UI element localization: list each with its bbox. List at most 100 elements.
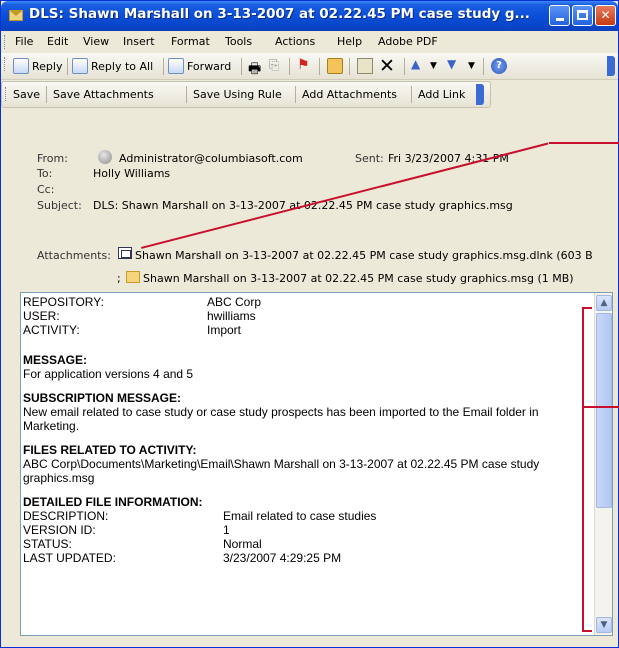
annotation-line — [584, 406, 619, 408]
toolbar-separator — [289, 58, 290, 75]
move-icon[interactable] — [357, 58, 373, 74]
files-text: ABC Corp\Documents\Marketing\Email\Shawn… — [23, 457, 540, 485]
menu-adobe-pdf[interactable]: Adobe PDF — [378, 35, 438, 48]
close-button[interactable]: ✕ — [595, 5, 616, 26]
menu-actions[interactable]: Actions — [275, 35, 315, 48]
attachment-dlnk[interactable]: Shawn Marshall on 3-13-2007 at 02.22.45 … — [135, 249, 617, 262]
reply-all-button[interactable]: Reply to All — [91, 60, 153, 73]
reply-button[interactable]: Reply — [32, 60, 62, 73]
title-bar[interactable]: DLS: Shawn Marshall on 3-13-2007 at 02.2… — [1, 1, 618, 31]
annotation-bracket — [582, 307, 592, 309]
attachments-label: Attachments: — [37, 249, 111, 262]
save-using-rule-button[interactable]: Save Using Rule — [193, 88, 282, 101]
maximize-button[interactable] — [572, 5, 593, 26]
cc-label: Cc: — [37, 183, 55, 196]
toolbar-separator — [404, 58, 405, 75]
from-label: From: — [37, 152, 68, 165]
annotation-bracket — [582, 630, 592, 632]
print-icon[interactable]: 🖶 — [248, 58, 264, 77]
standard-toolbar: Reply Reply to All Forward 🖶 ⎘ ⚑ ✕ ▲ ▼ ▼… — [1, 53, 618, 80]
help-icon[interactable]: ? — [491, 58, 507, 74]
detailed-section-title: DETAILED FILE INFORMATION: — [23, 495, 203, 509]
version-label: VERSION ID: — [23, 523, 96, 537]
message-text: For application versions 4 and 5 — [23, 367, 194, 381]
attachment-msg[interactable]: Shawn Marshall on 3-13-2007 at 02.22.45 … — [143, 272, 574, 285]
toolbar-separator — [163, 58, 164, 75]
to-value[interactable]: Holly Williams — [93, 167, 170, 180]
reply-icon — [13, 58, 29, 74]
dls-toolbar: Save Save Attachments Save Using Rule Ad… — [1, 81, 491, 108]
status-value: Normal — [223, 537, 262, 551]
scroll-down-button[interactable]: ▼ — [596, 617, 612, 633]
updated-label: LAST UPDATED: — [23, 551, 116, 565]
minimize-icon — [555, 18, 564, 21]
message-section-title: MESSAGE: — [23, 353, 88, 367]
annotation-line — [549, 142, 619, 144]
updated-value: 3/23/2007 4:29:25 PM — [223, 551, 342, 565]
toolbar-separator — [241, 58, 242, 75]
forward-button[interactable]: Forward — [187, 60, 231, 73]
previous-item-icon[interactable]: ▲ — [411, 57, 427, 73]
message-body-content: REPOSITORY: ABC Corp USER: hwilliams ACTIV… — [21, 293, 593, 635]
user-label: USER: — [23, 309, 60, 323]
chevron-down-icon[interactable]: ▼ — [430, 61, 437, 71]
folder-icon[interactable] — [327, 58, 343, 74]
menu-file[interactable]: File — [15, 35, 33, 48]
toolbar-grip[interactable] — [4, 35, 7, 49]
message-window: DLS: Shawn Marshall on 3-13-2007 at 02.2… — [0, 0, 619, 648]
message-body[interactable]: REPOSITORY: ABC Corp USER: hwilliams ACTIV… — [20, 292, 613, 636]
toolbar-overflow-button[interactable] — [607, 56, 615, 76]
menu-format[interactable]: Format — [171, 35, 210, 48]
copy-icon[interactable]: ⎘ — [269, 58, 285, 74]
save-attachments-button[interactable]: Save Attachments — [53, 88, 154, 101]
vertical-scrollbar[interactable]: ▲ ▼ — [594, 293, 612, 635]
menu-insert[interactable]: Insert — [123, 35, 155, 48]
menu-view[interactable]: View — [83, 35, 109, 48]
reply-all-icon — [72, 58, 88, 74]
toolbar-grip[interactable] — [4, 57, 7, 71]
chevron-down-icon[interactable]: ▼ — [468, 61, 475, 71]
menu-bar: File Edit View Insert Format Tools Actio… — [1, 31, 618, 53]
delete-icon[interactable]: ✕ — [379, 55, 395, 77]
to-label: To: — [37, 167, 53, 180]
user-value: hwilliams — [207, 309, 256, 323]
contact-status-icon[interactable] — [98, 150, 112, 164]
activity-value: Import — [207, 323, 242, 337]
updated-row: LAST UPDATED: 3/23/2007 4:29:25 PM — [23, 551, 593, 565]
toolbar-separator — [411, 86, 412, 103]
toolbar-separator — [186, 86, 187, 103]
subject-label: Subject: — [37, 199, 82, 212]
status-row: STATUS: Normal — [23, 537, 593, 551]
toolbar-grip[interactable] — [5, 87, 8, 101]
toolbar-separator — [67, 58, 68, 75]
toolbar-separator — [349, 58, 350, 75]
next-item-icon[interactable]: ▼ — [447, 57, 463, 73]
envelope-icon — [126, 271, 140, 283]
minimize-button[interactable] — [549, 5, 570, 26]
flag-icon[interactable]: ⚑ — [297, 57, 313, 73]
repository-row: REPOSITORY: ABC Corp — [23, 295, 593, 309]
menu-tools[interactable]: Tools — [225, 35, 252, 48]
save-button[interactable]: Save — [13, 88, 40, 101]
repository-label: REPOSITORY: — [23, 295, 104, 309]
scroll-up-button[interactable]: ▲ — [596, 295, 612, 311]
add-link-button[interactable]: Add Link — [418, 88, 465, 101]
version-row: VERSION ID: 1 — [23, 523, 593, 537]
annotation-bracket — [582, 307, 584, 632]
add-attachments-button[interactable]: Add Attachments — [302, 88, 397, 101]
envelope-icon — [9, 10, 23, 21]
forward-icon — [168, 58, 184, 74]
attachment-separator: ; — [117, 272, 121, 285]
subscription-text: New email related to case study or case … — [23, 405, 539, 433]
user-row: USER: hwilliams — [23, 309, 593, 323]
toolbar-separator — [295, 86, 296, 103]
from-value[interactable]: Administrator@columbiasoft.com — [119, 152, 303, 165]
dlnk-file-icon — [118, 247, 132, 259]
menu-edit[interactable]: Edit — [47, 35, 68, 48]
description-value: Email related to case studies — [223, 509, 377, 523]
toolbar-overflow-button[interactable] — [476, 84, 484, 105]
activity-row: ACTIVITY: Import — [23, 323, 593, 337]
subscription-section-title: SUBSCRIPTION MESSAGE: — [23, 391, 182, 405]
menu-help[interactable]: Help — [337, 35, 362, 48]
scroll-thumb[interactable] — [596, 313, 612, 508]
